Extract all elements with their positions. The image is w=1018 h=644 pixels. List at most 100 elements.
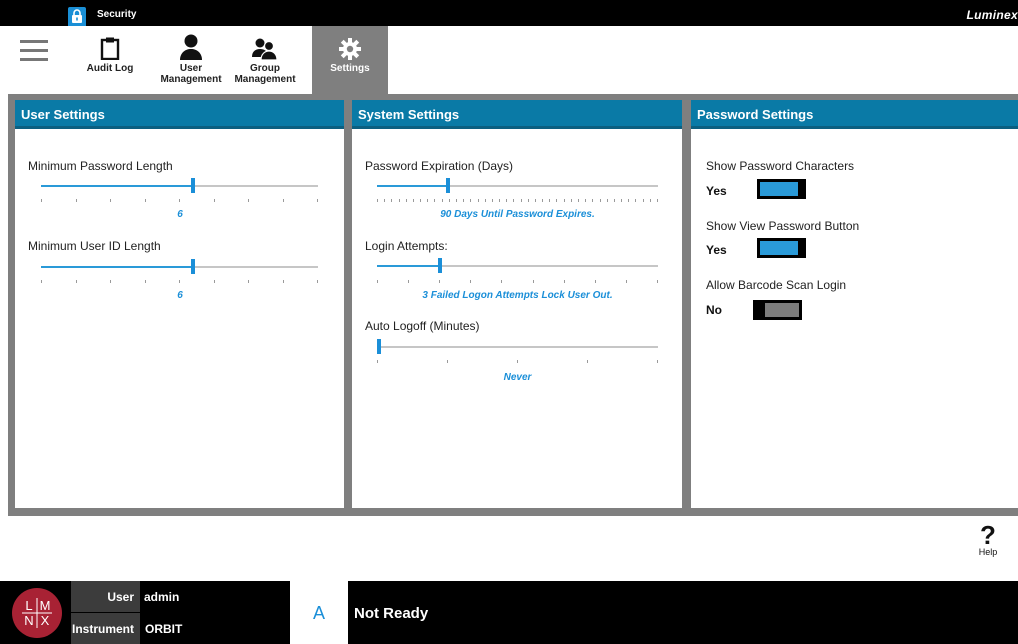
show-view-password-button-toggle[interactable] xyxy=(757,238,806,258)
slider-tick xyxy=(41,280,42,283)
slider-tick xyxy=(447,360,448,363)
slider-tick xyxy=(549,199,550,202)
slider-tick xyxy=(595,280,596,283)
slider-ticks xyxy=(377,280,658,284)
instrument-label: Instrument xyxy=(71,613,140,644)
slider-tick xyxy=(377,199,378,202)
slider-tick xyxy=(463,199,464,202)
login-attempts-slider[interactable] xyxy=(377,257,658,277)
help-label: Help xyxy=(978,547,998,557)
lmnx-logo: L M N X xyxy=(12,588,62,638)
min-user-id-length-value: 6 xyxy=(177,290,183,301)
slider-tick xyxy=(628,199,629,202)
slider-thumb[interactable] xyxy=(191,259,195,274)
auto-logoff-slider[interactable] xyxy=(377,338,658,358)
slider-tick xyxy=(587,360,588,363)
lock-icon xyxy=(68,7,86,26)
slider-tick xyxy=(283,280,284,283)
min-password-length-value: 6 xyxy=(177,209,183,220)
auto-logoff-label: Auto Logoff (Minutes) xyxy=(365,319,480,333)
tab-label: Settings xyxy=(330,63,370,74)
slider-tick xyxy=(533,280,534,283)
security-settings-screen: Security Luminex Audit Log User Manageme… xyxy=(0,0,1018,644)
slider-tick xyxy=(513,199,514,202)
allow-barcode-scan-login-toggle[interactable] xyxy=(753,300,802,320)
hamburger-menu-icon[interactable] xyxy=(20,40,48,66)
tab-audit-log[interactable]: Audit Log xyxy=(80,26,140,92)
user-avatar[interactable]: A xyxy=(290,581,348,644)
slider-ticks xyxy=(41,199,318,203)
slider-tick xyxy=(571,199,572,202)
svg-text:M: M xyxy=(40,598,51,613)
slider-tick xyxy=(456,199,457,202)
min-user-id-length-label: Minimum User ID Length xyxy=(28,239,161,253)
slider-tick xyxy=(110,199,111,202)
slider-ticks xyxy=(377,199,658,203)
slider-tick xyxy=(521,199,522,202)
slider-tick xyxy=(248,280,249,283)
tab-group-management[interactable]: Group Management xyxy=(228,26,302,92)
allow-barcode-scan-login-label: Allow Barcode Scan Login xyxy=(706,278,847,292)
slider-tick xyxy=(439,280,440,283)
tab-label: User Management xyxy=(160,63,222,85)
show-view-password-button-value: Yes xyxy=(706,243,727,257)
slider-tick xyxy=(478,199,479,202)
slider-tick xyxy=(542,199,543,202)
show-password-characters-toggle[interactable] xyxy=(757,179,806,199)
slider-tick xyxy=(110,280,111,283)
tab-settings[interactable]: Settings xyxy=(312,26,388,96)
slider-tick xyxy=(556,199,557,202)
slider-tick xyxy=(635,199,636,202)
user-value: admin xyxy=(144,590,180,604)
slider-tick xyxy=(179,199,180,202)
slider-tick xyxy=(578,199,579,202)
slider-tick xyxy=(248,199,249,202)
slider-tick xyxy=(317,199,318,202)
allow-barcode-scan-login-value: No xyxy=(706,303,722,317)
slider-tick xyxy=(76,199,77,202)
slider-tick xyxy=(492,199,493,202)
slider-tick xyxy=(614,199,615,202)
slider-thumb[interactable] xyxy=(446,178,450,193)
slider-thumb[interactable] xyxy=(438,258,442,273)
panel-title: System Settings xyxy=(352,100,682,129)
password-expiration-label: Password Expiration (Days) xyxy=(365,159,514,173)
slider-tick xyxy=(485,199,486,202)
slider-tick xyxy=(657,280,658,283)
brand-logo-text: Luminex xyxy=(966,8,1018,22)
slider-tick xyxy=(145,199,146,202)
slider-tick xyxy=(600,199,601,202)
min-password-length-label: Minimum Password Length xyxy=(28,159,173,173)
slider-tick xyxy=(449,199,450,202)
password-expiration-slider[interactable] xyxy=(377,177,658,197)
slider-tick xyxy=(650,199,651,202)
slider-tick xyxy=(621,199,622,202)
slider-tick xyxy=(643,199,644,202)
tab-user-management[interactable]: User Management xyxy=(156,26,226,92)
slider-tick xyxy=(501,280,502,283)
tab-label: Audit Log xyxy=(86,63,134,74)
slider-tick xyxy=(283,199,284,202)
auto-logoff-value: Never xyxy=(503,372,532,383)
login-attempts-value: 3 Failed Logon Attempts Lock User Out. xyxy=(422,290,613,301)
user-icon xyxy=(156,26,226,60)
panel-title: User Settings xyxy=(15,100,344,129)
slider-thumb[interactable] xyxy=(191,178,195,193)
min-user-id-length-slider[interactable] xyxy=(41,258,318,278)
svg-text:N: N xyxy=(24,613,33,628)
slider-tick xyxy=(391,199,392,202)
svg-text:L: L xyxy=(25,598,32,613)
help-button[interactable]: ? Help xyxy=(970,522,1006,557)
slider-tick xyxy=(434,199,435,202)
gear-icon xyxy=(312,26,388,60)
user-settings-panel: User Settings Minimum Password Length 6 … xyxy=(15,100,344,508)
help-icon: ? xyxy=(980,520,996,550)
slider-tick xyxy=(499,199,500,202)
login-attempts-label: Login Attempts: xyxy=(365,239,448,253)
panel-title: Password Settings xyxy=(691,100,1018,129)
slider-tick xyxy=(420,199,421,202)
slider-tick xyxy=(470,199,471,202)
title-bar: Security Luminex xyxy=(0,0,1018,26)
slider-thumb[interactable] xyxy=(377,339,381,354)
min-password-length-slider[interactable] xyxy=(41,177,318,197)
